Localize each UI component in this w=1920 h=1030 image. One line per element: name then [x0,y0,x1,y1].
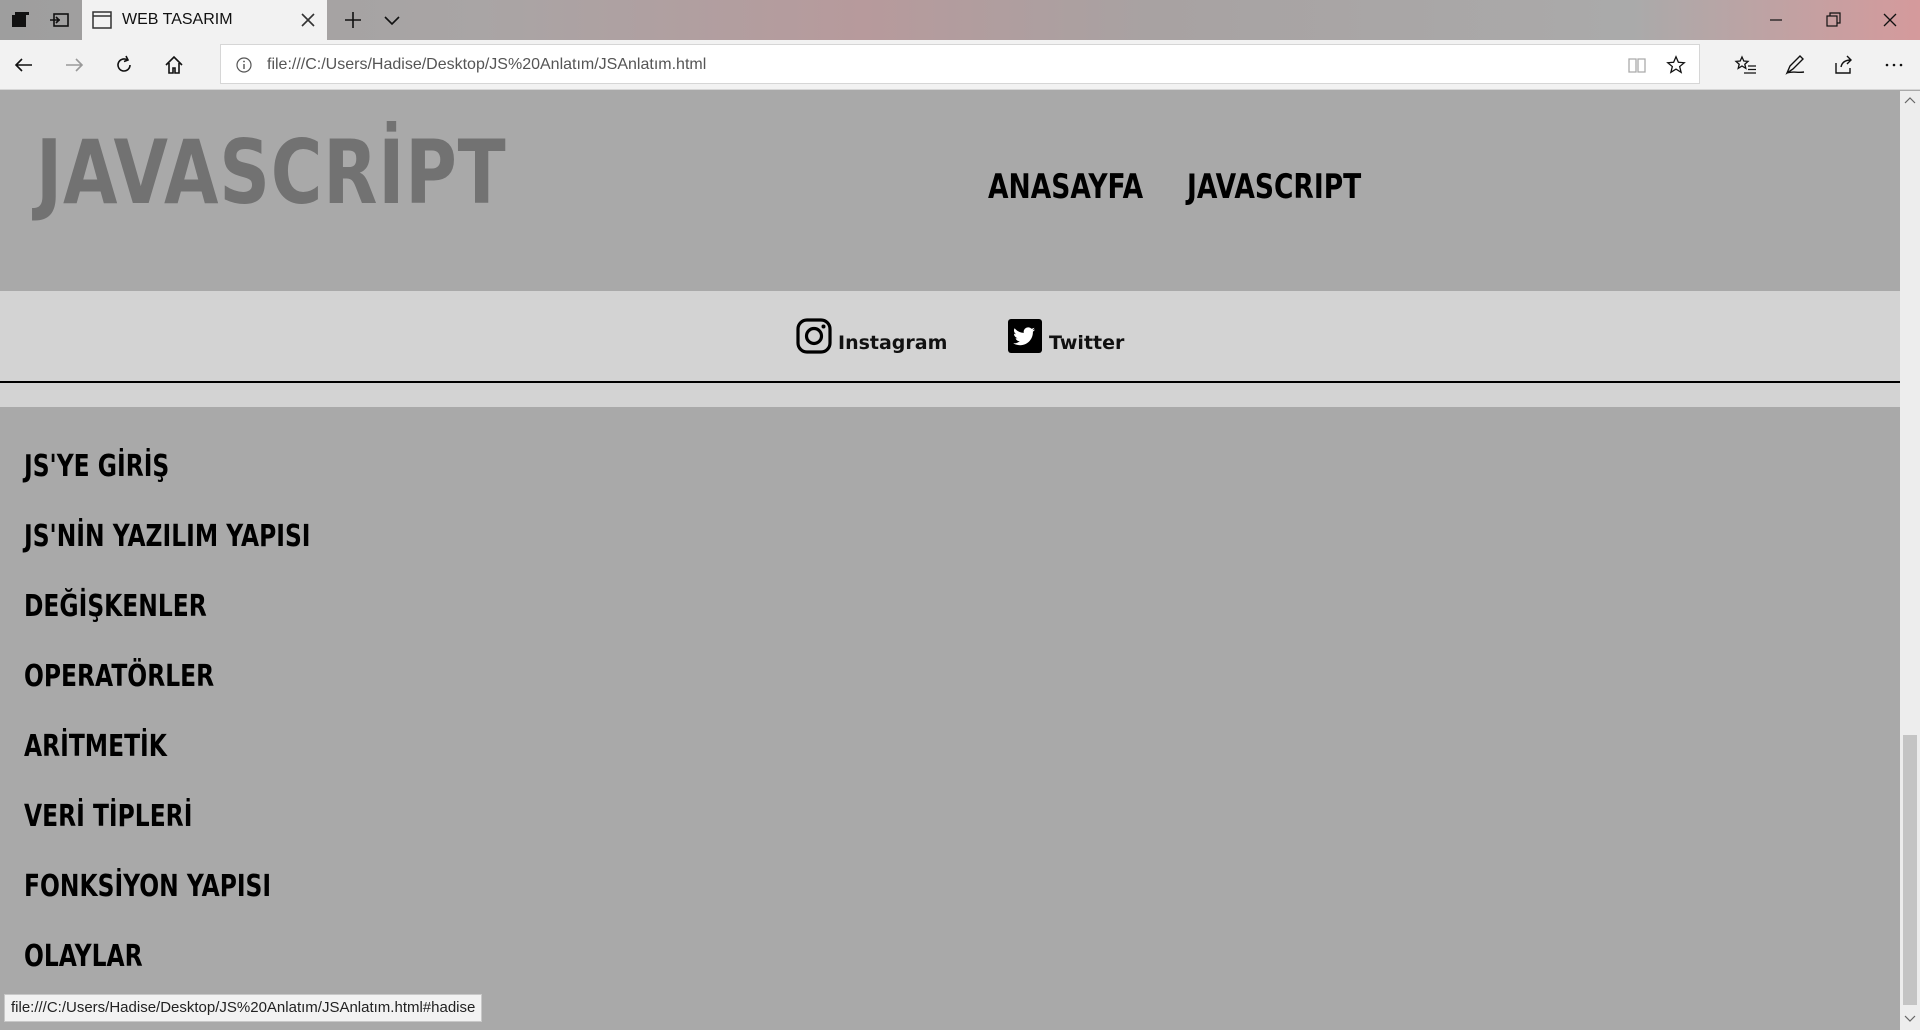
info-icon[interactable] [235,56,253,74]
menu-item-aritmetik[interactable]: ARİTMETİK [24,727,311,797]
refresh-icon[interactable] [112,53,136,77]
scroll-up-arrow-icon[interactable] [1904,95,1916,105]
new-tab-icon[interactable] [341,8,365,32]
active-tab[interactable]: WEB TASARIM [82,0,327,40]
topics-menu: JS'YE GİRİŞ JS'NİN YAZILIM YAPISI DEĞİŞK… [24,447,391,1007]
chevron-down-icon[interactable] [380,8,404,32]
favorites-hub-icon[interactable] [1734,53,1758,77]
vertical-scrollbar[interactable] [1900,91,1920,1030]
top-navigation: ANASAYFA JAVASCRIPT [988,167,1410,207]
address-text[interactable]: file:///C:/Users/Hadise/Desktop/JS%20Anl… [267,56,706,74]
menu-item-veri-tipleri[interactable]: VERİ TİPLERİ [24,797,311,867]
scrollbar-thumb[interactable] [1903,735,1917,1005]
link-status-tooltip: file:///C:/Users/Hadise/Desktop/JS%20Anl… [4,994,483,1022]
page-viewport: JAVASCRİPT ANASAYFA JAVASCRIPT Instagram… [0,91,1900,1030]
address-bar[interactable]: file:///C:/Users/Hadise/Desktop/JS%20Anl… [220,44,1700,84]
site-header: JAVASCRİPT ANASAYFA JAVASCRIPT [0,91,1900,291]
reading-view-icon[interactable] [1627,55,1647,75]
forward-icon[interactable] [62,53,86,77]
browser-toolbar: file:///C:/Users/Hadise/Desktop/JS%20Anl… [0,40,1920,90]
favorite-star-icon[interactable] [1665,54,1687,76]
tab-title: WEB TASARIM [122,11,233,28]
social-links-bar: Instagram Twitter [0,291,1900,383]
share-icon[interactable] [1832,53,1856,77]
twitter-icon [1008,319,1042,353]
browser-titlebar: WEB TASARIM [0,0,1920,40]
home-icon[interactable] [162,53,186,77]
close-window-icon[interactable] [1878,8,1902,32]
close-tab-icon[interactable] [299,11,317,29]
tab-set-aside-icon[interactable] [8,8,32,32]
twitter-label: Twitter [1049,332,1125,354]
menu-item-operatorler[interactable]: OPERATÖRLER [24,657,311,727]
minimize-icon[interactable] [1764,8,1788,32]
more-options-icon[interactable] [1882,53,1906,77]
tabs-aside-icon[interactable] [48,8,72,32]
menu-item-js-giris[interactable]: JS'YE GİRİŞ [24,447,311,517]
instagram-icon [796,318,832,354]
instagram-link[interactable]: Instagram [796,318,947,354]
divider-strip [0,383,1900,407]
site-logo[interactable]: JAVASCRİPT [36,129,506,217]
menu-item-degiskenler[interactable]: DEĞİŞKENLER [24,587,311,657]
menu-item-fonksiyon-yapisi[interactable]: FONKSİYON YAPISI [24,867,311,937]
nav-link-javascript[interactable]: JAVASCRIPT [1187,167,1361,207]
nav-link-anasayfa[interactable]: ANASAYFA [988,167,1143,207]
pen-notes-icon[interactable] [1783,53,1807,77]
page-icon [92,11,112,29]
scroll-down-arrow-icon[interactable] [1904,1014,1916,1024]
twitter-link[interactable]: Twitter [1007,318,1124,354]
back-icon[interactable] [12,53,36,77]
instagram-label: Instagram [838,332,948,354]
menu-item-yazilim-yapisi[interactable]: JS'NİN YAZILIM YAPISI [24,517,311,587]
restore-icon[interactable] [1821,8,1845,32]
